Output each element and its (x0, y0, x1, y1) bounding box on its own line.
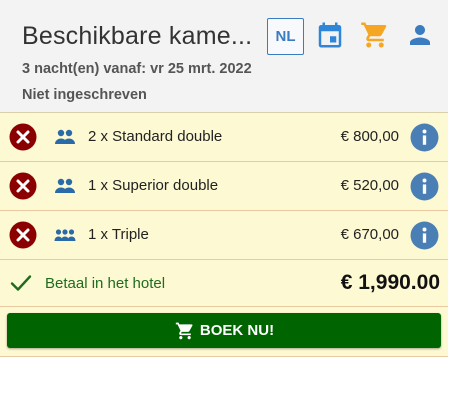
pay-at-hotel-label: Betaal in het hotel (45, 275, 166, 292)
total-price: € 1,990.00 (340, 271, 440, 294)
remove-icon[interactable] (9, 123, 37, 151)
room-label: 1 x Superior double (88, 177, 219, 194)
info-icon[interactable] (410, 221, 439, 250)
page-title: Beschikbare kame... (22, 22, 253, 50)
booking-header: Beschikbare kame... 3 nacht(en) vanaf: v… (0, 0, 448, 113)
room-price: € 520,00 (340, 177, 399, 194)
login-status: Niet ingeschreven (22, 87, 147, 103)
cart-icon[interactable] (360, 20, 390, 50)
room-row: 2 x Standard double € 800,00 (0, 113, 448, 162)
book-area: BOEK NU! (0, 307, 448, 357)
book-now-label: BOEK NU! (199, 322, 275, 339)
book-now-button[interactable]: BOEK NU! (7, 313, 441, 348)
room-price: € 800,00 (340, 128, 399, 145)
language-button[interactable]: NL (267, 18, 304, 55)
room-label: 1 x Triple (88, 226, 149, 243)
room-row: 1 x Superior double € 520,00 (0, 162, 448, 211)
calendar-icon[interactable] (315, 20, 345, 50)
info-icon[interactable] (410, 123, 439, 152)
booking-panel: Beschikbare kame... 3 nacht(en) vanaf: v… (0, 0, 448, 357)
check-icon (10, 273, 32, 293)
info-icon[interactable] (410, 172, 439, 201)
user-icon[interactable] (405, 20, 435, 50)
room-row: 1 x Triple € 670,00 (0, 211, 448, 260)
cart-icon (175, 322, 193, 339)
stay-dates: 3 nacht(en) vanaf: vr 25 mrt. 2022 (22, 61, 252, 77)
remove-icon[interactable] (9, 172, 37, 200)
two-people-icon (54, 177, 76, 195)
room-price: € 670,00 (340, 226, 399, 243)
three-people-icon (54, 226, 76, 244)
room-label: 2 x Standard double (88, 128, 223, 145)
two-people-icon (54, 128, 76, 146)
payment-summary: Betaal in het hotel € 1,990.00 (0, 260, 448, 307)
remove-icon[interactable] (9, 221, 37, 249)
